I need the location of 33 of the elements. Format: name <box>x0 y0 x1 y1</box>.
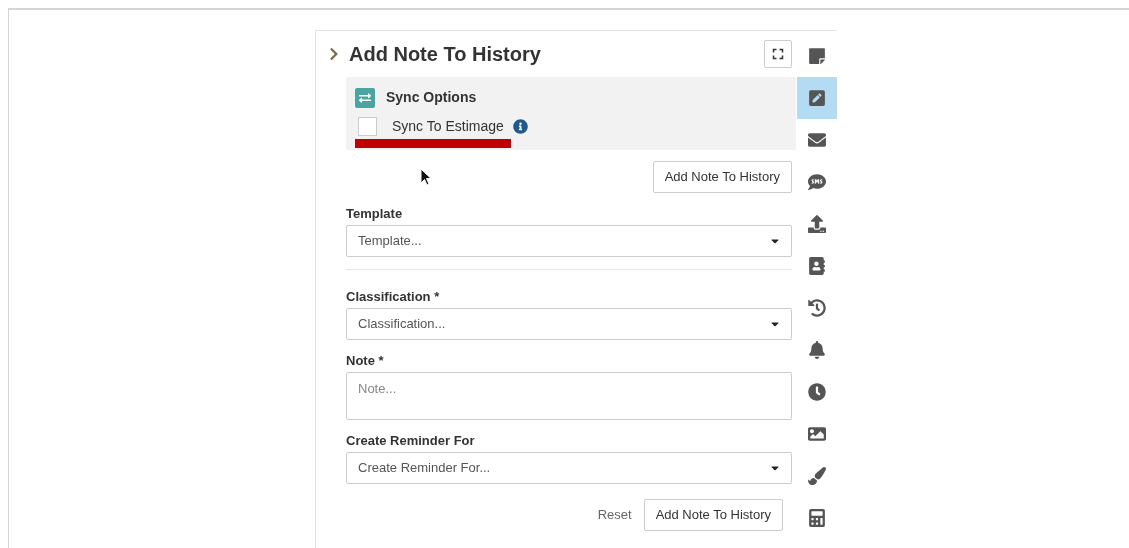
chat-bubble-icon <box>808 173 826 191</box>
field-label: Classification * <box>346 289 441 305</box>
panel-title: Add Note To History <box>349 42 541 67</box>
add-note-button[interactable]: Add Note To History <box>652 161 792 193</box>
dropdown-field[interactable]: Template... <box>346 225 792 257</box>
dropdown-field[interactable]: Create Reminder For... <box>346 452 792 484</box>
envelope-icon <box>808 131 826 149</box>
chevron-icon[interactable] <box>329 47 339 61</box>
field-label: Template <box>346 206 404 222</box>
address-book-icon <box>808 257 826 275</box>
fullscreen-button[interactable] <box>764 40 792 68</box>
note-field[interactable]: Note... <box>346 372 792 420</box>
bell-icon <box>808 341 826 359</box>
sticky-note-icon <box>808 47 826 65</box>
upload-icon <box>808 215 826 233</box>
clock-icon <box>808 383 826 401</box>
mouse-cursor-icon <box>420 168 432 186</box>
add-note-button[interactable]: Add Note To History <box>643 499 783 531</box>
sync-checkbox-label: Sync To Estimage <box>392 117 504 136</box>
field-label: Note * <box>346 353 385 369</box>
paintbrush-icon <box>808 467 826 485</box>
sync-options-title: Sync Options <box>386 88 477 107</box>
image-icon <box>808 425 826 443</box>
sync-checkbox[interactable] <box>358 117 377 136</box>
sidebar-tab[interactable] <box>797 77 837 119</box>
history-icon <box>808 299 826 317</box>
sync-icon <box>355 87 375 108</box>
pencil-icon <box>808 89 826 107</box>
calculator-icon <box>808 509 826 527</box>
info-icon[interactable] <box>512 119 528 134</box>
reset-link[interactable]: Reset <box>597 505 632 525</box>
field-label: Create Reminder For <box>346 433 476 449</box>
dropdown-field[interactable]: Classification... <box>346 308 792 340</box>
